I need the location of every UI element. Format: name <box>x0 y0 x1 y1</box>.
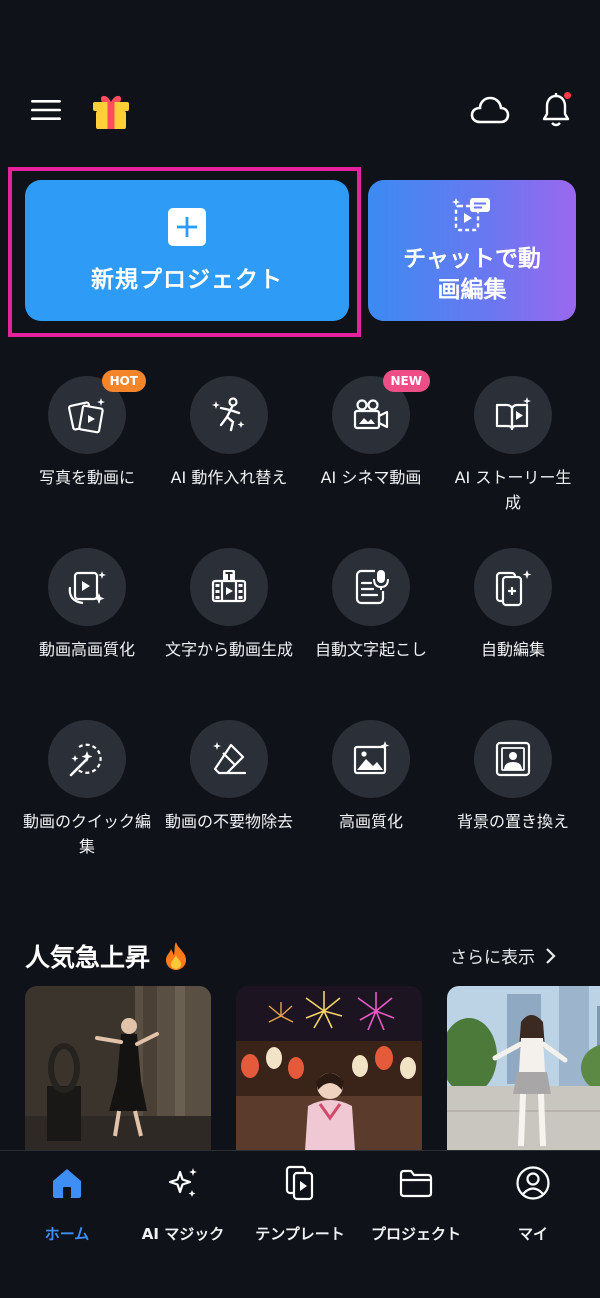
trending-carousel[interactable] <box>0 986 600 1150</box>
chat-edit-label: チャットで動画編集 <box>403 245 541 303</box>
template-thumbnail[interactable] <box>447 986 600 1150</box>
new-project-label: 新規プロジェクト <box>91 266 283 293</box>
tool-photo-to-video[interactable]: HOT 写真を動画に <box>16 370 158 490</box>
user-icon <box>473 1163 593 1203</box>
notification-dot <box>564 92 571 99</box>
tool-label: AI ストーリー生成 <box>454 468 572 512</box>
tool-ai-story[interactable]: AI ストーリー生成 <box>442 376 584 515</box>
gift-icon[interactable] <box>88 88 134 134</box>
tool-label: 高画質化 <box>338 812 403 831</box>
tool-label: 動画の不要物除去 <box>164 812 293 831</box>
tool-image-enhance[interactable]: 高画質化 <box>300 720 442 834</box>
eraser-icon <box>213 742 247 775</box>
tab-my-page[interactable]: マイ <box>473 1163 593 1244</box>
trending-title: 人気急上昇 <box>25 943 151 972</box>
tool-ai-motion-swap[interactable]: AI 動作入れ替え <box>158 376 300 490</box>
video-enhance-icon <box>68 571 106 605</box>
bell-icon[interactable] <box>536 88 576 132</box>
tab-label: テンプレート <box>255 1225 345 1243</box>
tool-label: AI 動作入れ替え <box>170 468 288 487</box>
tool-label: 背景の置き換え <box>456 812 569 831</box>
plus-icon <box>168 207 206 246</box>
magic-wand-icon <box>69 743 102 777</box>
tab-label: ホーム <box>44 1225 90 1243</box>
tab-templates[interactable]: テンプレート <box>240 1163 360 1244</box>
text-to-video-icon <box>211 570 247 603</box>
trending-heading: 人気急上昇 <box>25 938 190 974</box>
tool-label: 写真を動画に <box>38 468 135 487</box>
background-replace-icon <box>495 741 531 777</box>
chat-edit-button[interactable]: チャットで動画編集 <box>368 180 576 321</box>
dancing-figure-icon <box>212 397 245 432</box>
tool-quick-edit[interactable]: 動画のクイック編集 <box>16 720 158 859</box>
hamburger-menu-icon[interactable] <box>26 88 66 132</box>
bottom-tab-bar: ホーム AI マジック テンプレート プロジェクト マイ <box>0 1150 600 1298</box>
template-thumbnail[interactable] <box>25 986 211 1150</box>
tool-label: 自動文字起こし <box>314 640 427 659</box>
template-thumbnail[interactable] <box>236 986 422 1150</box>
auto-edit-icon <box>495 570 532 607</box>
tool-auto-edit[interactable]: 自動編集 <box>442 548 584 662</box>
folder-icon <box>356 1163 476 1203</box>
tool-object-removal[interactable]: 動画の不要物除去 <box>158 720 300 834</box>
tab-label: マイ <box>517 1225 548 1243</box>
chevron-right-icon <box>546 947 556 964</box>
cinema-camera-icon <box>353 399 389 430</box>
see-more-link[interactable]: さらに表示 <box>450 943 557 968</box>
story-book-icon <box>495 397 531 431</box>
top-bar <box>0 88 600 138</box>
tab-home[interactable]: ホーム <box>7 1163 127 1244</box>
tool-text-to-video[interactable]: 文字から動画生成 <box>158 548 300 662</box>
tool-label: 動画のクイック編集 <box>22 812 151 856</box>
tool-label: 自動編集 <box>480 640 545 659</box>
tool-label: 文字から動画生成 <box>164 640 293 659</box>
image-enhance-icon <box>353 741 390 775</box>
chat-video-icon <box>452 196 492 238</box>
tool-background-replace[interactable]: 背景の置き換え <box>442 720 584 834</box>
tab-ai-magic[interactable]: AI マジック <box>123 1163 243 1244</box>
fire-icon <box>166 942 187 970</box>
new-project-button[interactable]: 新規プロジェクト <box>25 180 349 321</box>
sparkle-icon <box>123 1163 243 1203</box>
photo-to-video-icon <box>67 398 105 434</box>
tool-video-enhance[interactable]: 動画高画質化 <box>16 548 158 662</box>
tool-auto-transcribe[interactable]: 自動文字起こし <box>300 548 442 662</box>
hot-badge: HOT <box>101 370 146 392</box>
tool-label: 動画高画質化 <box>38 640 135 659</box>
tab-label: AI マジック <box>141 1225 225 1243</box>
home-icon <box>7 1163 127 1203</box>
tool-label: AI シネマ動画 <box>320 468 422 487</box>
new-badge: NEW <box>382 370 430 392</box>
tab-label: プロジェクト <box>370 1225 461 1243</box>
tool-ai-cinema[interactable]: NEW AI シネマ動画 <box>300 370 442 490</box>
transcribe-mic-icon <box>355 569 389 605</box>
template-icon <box>240 1163 360 1203</box>
see-more-label: さらに表示 <box>450 948 535 968</box>
tab-projects[interactable]: プロジェクト <box>356 1163 476 1244</box>
cloud-icon[interactable] <box>466 90 514 130</box>
